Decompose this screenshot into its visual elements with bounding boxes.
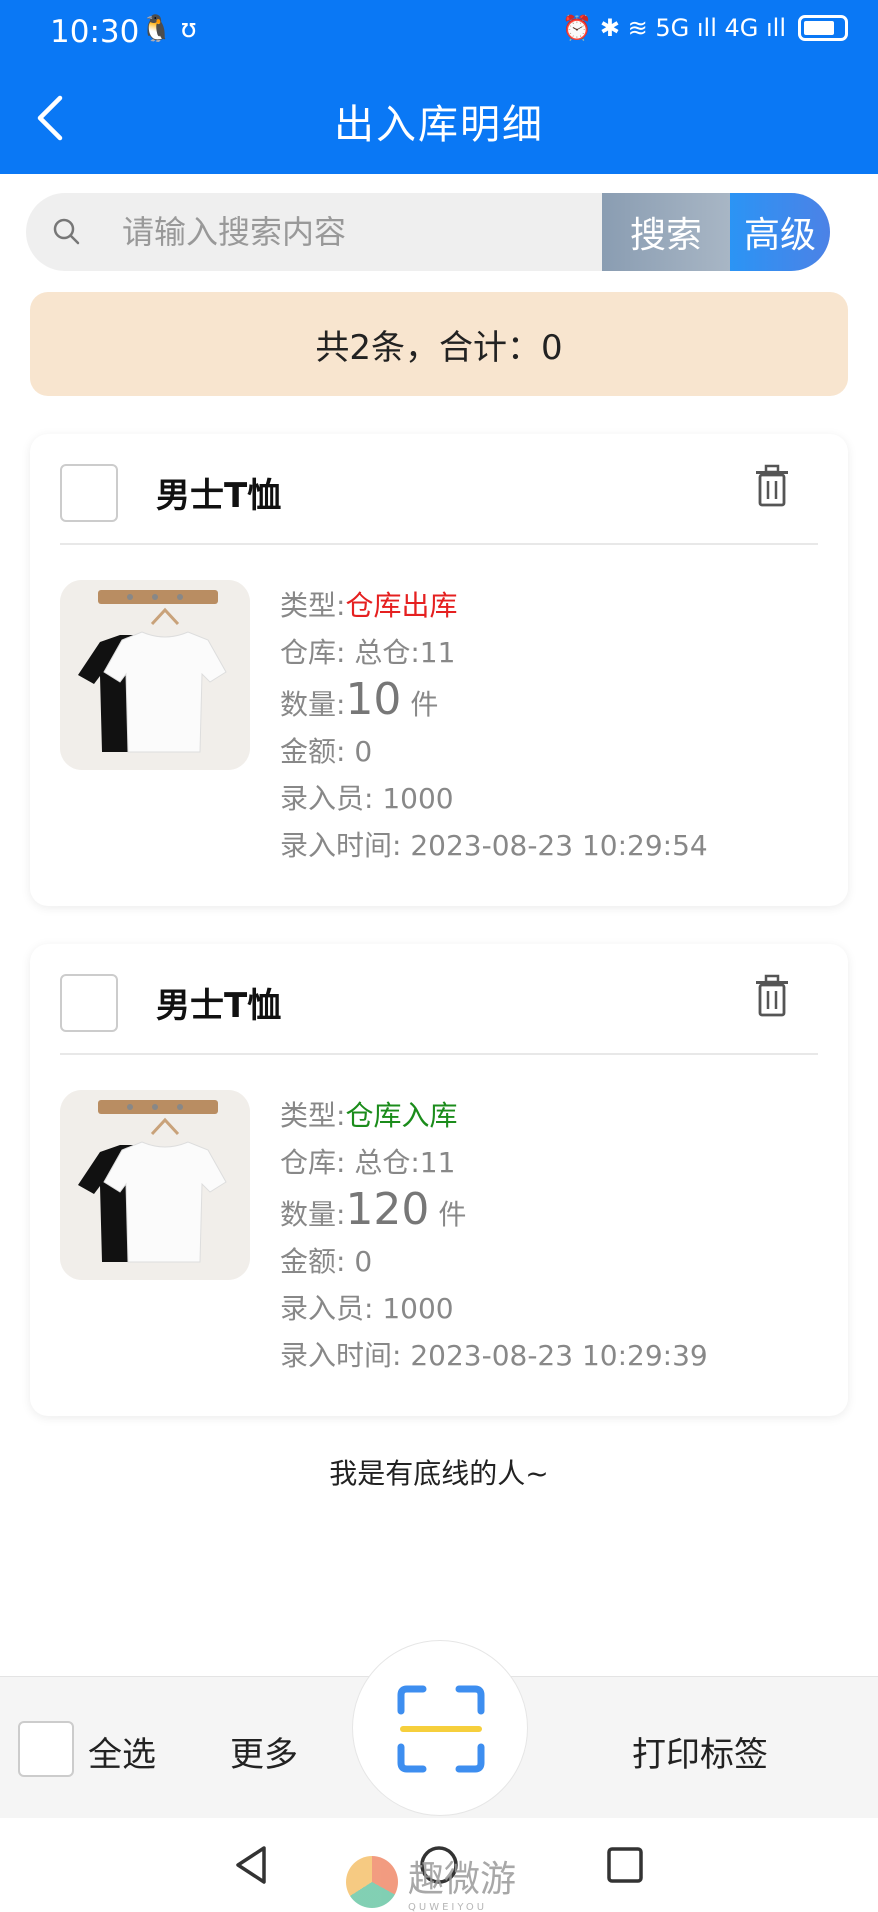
product-name: 男士T恤: [156, 986, 282, 1026]
type-value: 仓库入库: [345, 1099, 458, 1132]
scan-icon: [397, 1685, 485, 1773]
product-name: 男士T恤: [156, 476, 282, 516]
scan-button[interactable]: [352, 1640, 528, 1816]
quantity-row: 数量:120 件: [280, 1184, 467, 1235]
search-button[interactable]: 搜索: [602, 193, 730, 271]
notification-icons: 🐧 ʊ: [140, 14, 197, 44]
more-button[interactable]: 更多: [230, 1727, 298, 1776]
page-title: 出入库明细: [334, 102, 544, 148]
trash-icon[interactable]: [752, 974, 792, 1018]
warehouse-row: 仓库: 总仓:11: [280, 636, 456, 669]
type-value: 仓库出库: [345, 589, 458, 622]
quantity-value: 10: [345, 674, 402, 725]
battery-icon: [798, 15, 848, 41]
record-checkbox[interactable]: [60, 464, 118, 522]
nav-recents-icon[interactable]: [602, 1842, 648, 1888]
status-right-icons: ⏰ ✱ ≋ 5G ıll 4G ıll: [562, 14, 848, 42]
product-image: [60, 580, 250, 770]
end-of-list-text: 我是有底线的人~: [329, 1457, 549, 1490]
select-all-checkbox[interactable]: [18, 1721, 74, 1777]
product-image: [60, 1090, 250, 1280]
type-row: 类型:仓库出库: [280, 589, 458, 622]
status-time: 10:30: [50, 14, 140, 50]
record-card: 男士T恤 类型:仓库入库 仓库: 总仓:11 数量:120 件 金额: 0 录入…: [30, 944, 848, 1416]
type-row: 类型:仓库入库: [280, 1099, 458, 1132]
watermark-text: 趣微游: [408, 1859, 517, 1900]
signal-icons: ⏰ ✱ ≋ 5G ıll 4G ıll: [562, 14, 786, 42]
amount-row: 金额: 0: [280, 735, 373, 768]
trash-icon[interactable]: [752, 464, 792, 508]
record-details: 类型:仓库出库 仓库: 总仓:11 数量:10 件 金额: 0 录入员: 100…: [280, 582, 708, 869]
watermark: 趣微游 QUWEIYOU: [346, 1850, 516, 1912]
entry-time-row: 录入时间: 2023-08-23 10:29:39: [280, 1339, 708, 1372]
select-all-label[interactable]: 全选: [88, 1727, 156, 1776]
quantity-row: 数量:10 件: [280, 674, 439, 725]
search-bar: 搜索 高级: [26, 193, 830, 271]
operator-row: 录入员: 1000: [280, 782, 454, 815]
search-input[interactable]: [122, 193, 592, 271]
search-icon: [53, 218, 80, 245]
summary-banner: 共2条，合计：0: [30, 292, 848, 396]
warehouse-row: 仓库: 总仓:11: [280, 1146, 456, 1179]
card-divider: [60, 1053, 818, 1055]
summary-text: 共2条，合计：0: [315, 327, 563, 368]
watermark-logo: [346, 1855, 398, 1908]
record-details: 类型:仓库入库 仓库: 总仓:11 数量:120 件 金额: 0 录入员: 10…: [280, 1092, 708, 1379]
app-header: 10:30 🐧 ʊ ⏰ ✱ ≋ 5G ıll 4G ıll 出入库明细: [0, 0, 878, 174]
print-labels-button[interactable]: 打印标签: [632, 1727, 768, 1776]
entry-time-row: 录入时间: 2023-08-23 10:29:54: [280, 829, 708, 862]
advanced-search-button[interactable]: 高级: [730, 193, 830, 271]
record-card: 男士T恤 类型:仓库出库 仓库: 总仓:11 数量:10 件 金额: 0 录入员…: [30, 434, 848, 906]
card-divider: [60, 543, 818, 545]
operator-row: 录入员: 1000: [280, 1292, 454, 1325]
amount-row: 金额: 0: [280, 1245, 373, 1278]
record-checkbox[interactable]: [60, 974, 118, 1032]
quantity-value: 120: [345, 1184, 430, 1235]
nav-back-icon[interactable]: [228, 1842, 274, 1888]
watermark-subtext: QUWEIYOU: [408, 1902, 488, 1912]
